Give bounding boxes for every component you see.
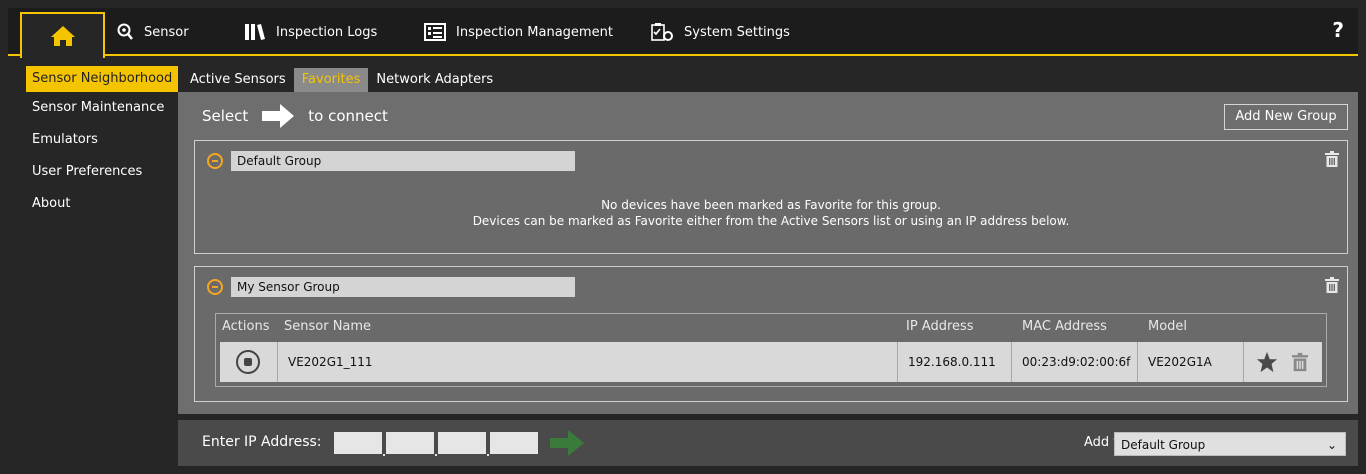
model-cell: VE202G1A <box>1138 342 1244 382</box>
sensor-name-cell: VE202G1_111 <box>278 342 898 382</box>
settings-icon <box>651 23 673 41</box>
row-actions-cell <box>1244 342 1322 382</box>
add-to-group-select[interactable]: Default Group ⌄ <box>1114 432 1346 456</box>
select-hint: Select to connect <box>202 104 388 128</box>
select-text: Select <box>202 107 249 125</box>
table-header: Actions Sensor Name IP Address MAC Addre… <box>216 314 1326 340</box>
logs-icon <box>245 24 265 40</box>
empty-message-line1: No devices have been marked as Favorite … <box>601 198 941 212</box>
sensor-table: Actions Sensor Name IP Address MAC Addre… <box>215 313 1327 387</box>
empty-message: No devices have been marked as Favorite … <box>195 197 1347 229</box>
sensor-icon <box>117 23 133 40</box>
help-button[interactable]: ? <box>1332 18 1344 42</box>
table-row[interactable]: VE202G1_111 192.168.0.111 00:23:d9:02:00… <box>220 342 1322 382</box>
management-icon <box>424 23 446 41</box>
disconnect-icon[interactable] <box>236 350 260 374</box>
trash-icon[interactable] <box>1292 352 1308 372</box>
collapse-icon[interactable] <box>207 279 223 295</box>
nav-system-settings[interactable]: System Settings <box>650 20 790 44</box>
group-my-sensor: My Sensor Group Actions Sensor Name IP A… <box>194 266 1348 402</box>
group-default: Default Group No devices have been marke… <box>194 140 1348 254</box>
ip-separator <box>487 454 489 456</box>
add-new-group-button[interactable]: Add New Group <box>1224 104 1348 130</box>
bottom-bar: Enter IP Address: Add to Default Group ⌄ <box>178 420 1358 466</box>
col-ip-address: IP Address <box>906 319 974 334</box>
nav-inspection-logs-label: Inspection Logs <box>276 24 378 40</box>
sidebar-item-emulators[interactable]: Emulators <box>8 124 178 156</box>
star-icon[interactable] <box>1256 351 1278 373</box>
collapse-icon[interactable] <box>207 153 223 169</box>
tab-favorites[interactable]: Favorites <box>293 68 369 92</box>
tab-active-sensors[interactable]: Active Sensors <box>182 68 294 92</box>
col-model: Model <box>1148 319 1188 334</box>
home-tab[interactable] <box>20 12 105 58</box>
group-header: Default Group <box>207 151 575 171</box>
sidebar-item-about[interactable]: About <box>8 188 178 220</box>
ip-separator <box>435 454 437 456</box>
nav-inspection-management-label: Inspection Management <box>456 24 613 40</box>
actions-cell <box>220 342 278 382</box>
sidebar-item-sensor-maintenance[interactable]: Sensor Maintenance <box>8 92 178 124</box>
empty-message-line2: Devices can be marked as Favorite either… <box>472 214 1070 228</box>
ip-address-label: Enter IP Address: <box>202 434 322 450</box>
top-nav-bar: Sensor Inspection Logs Inspection Manage… <box>8 8 1358 58</box>
chevron-down-icon: ⌄ <box>1326 438 1337 452</box>
ip-separator <box>383 454 385 456</box>
sidebar-item-sensor-neighborhood[interactable]: Sensor Neighborhood <box>26 66 178 92</box>
connect-text: to connect <box>308 107 388 125</box>
ip-octet-1-input[interactable] <box>334 432 382 454</box>
ip-octet-2-input[interactable] <box>386 432 434 454</box>
nav-inspection-management[interactable]: Inspection Management <box>424 20 613 44</box>
sidebar-item-user-preferences[interactable]: User Preferences <box>8 156 178 188</box>
favorites-panel: Select to connect Add New Group Default … <box>178 92 1358 414</box>
ip-octet-4-input[interactable] <box>490 432 538 454</box>
nav-system-settings-label: System Settings <box>684 24 790 40</box>
add-to-group-value: Default Group <box>1121 438 1206 452</box>
arrow-right-icon <box>262 104 295 128</box>
group-header: My Sensor Group <box>207 277 575 297</box>
trash-icon[interactable] <box>1325 151 1339 167</box>
home-icon <box>50 26 75 46</box>
trash-icon[interactable] <box>1325 277 1339 293</box>
tab-network-adapters[interactable]: Network Adapters <box>368 68 502 92</box>
nav-inspection-logs[interactable]: Inspection Logs <box>244 20 377 44</box>
group-name-field[interactable]: Default Group <box>231 151 575 171</box>
add-ip-arrow-icon[interactable] <box>550 430 584 456</box>
nav-sensor[interactable]: Sensor <box>116 20 189 44</box>
ip-address-cell: 192.168.0.111 <box>898 342 1012 382</box>
sidebar: Sensor Neighborhood Sensor Maintenance E… <box>8 66 178 220</box>
sub-tabs: Active Sensors Favorites Network Adapter… <box>182 68 502 92</box>
group-name-field[interactable]: My Sensor Group <box>231 277 575 297</box>
ip-octet-3-input[interactable] <box>438 432 486 454</box>
col-actions: Actions <box>222 319 270 334</box>
mac-address-cell: 00:23:d9:02:00:6f <box>1012 342 1138 382</box>
col-mac-address: MAC Address <box>1022 319 1107 334</box>
col-sensor-name: Sensor Name <box>284 319 372 334</box>
nav-sensor-label: Sensor <box>144 24 189 40</box>
